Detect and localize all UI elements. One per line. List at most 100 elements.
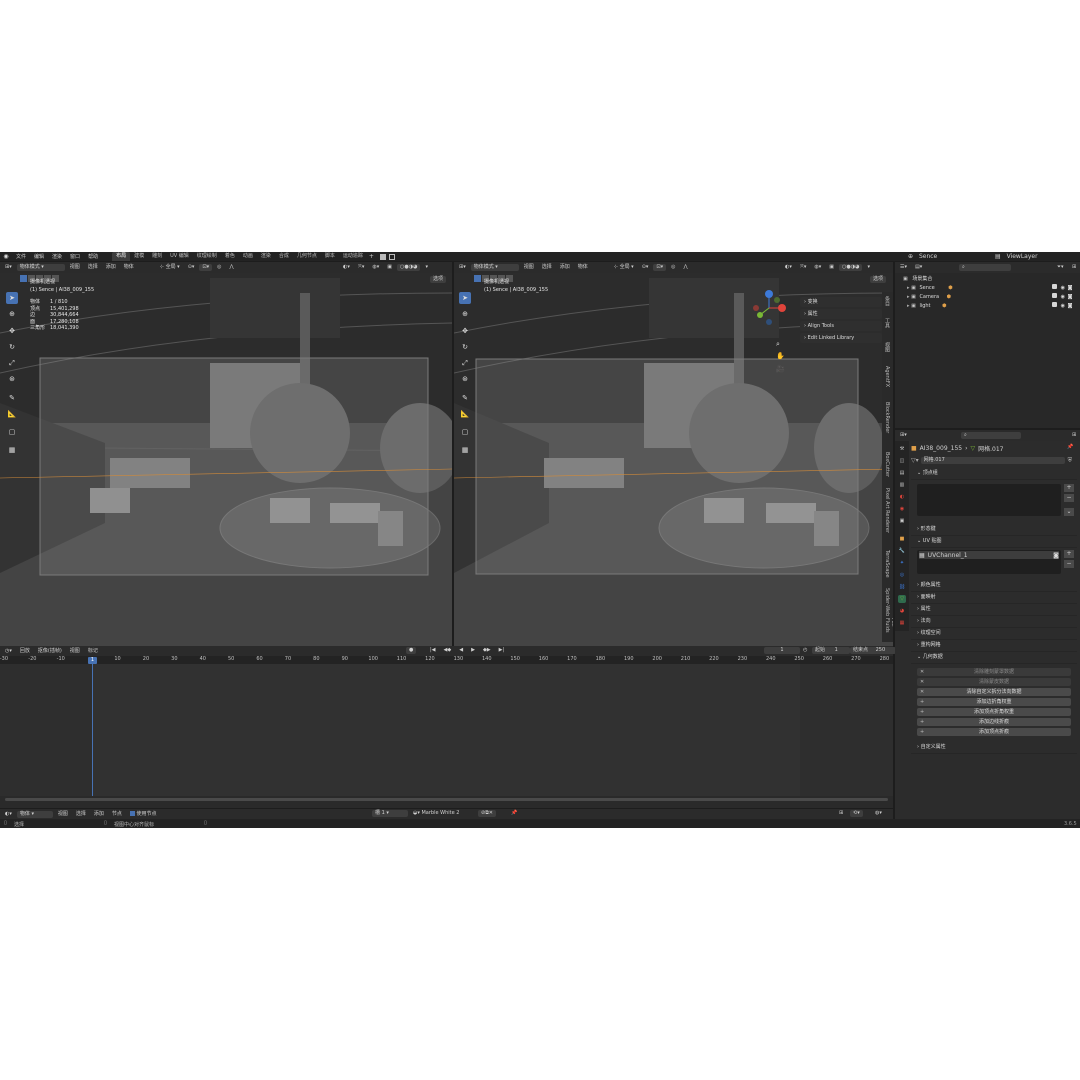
tab-modeling[interactable]: 建模 (130, 252, 148, 261)
xray-icon[interactable]: ▣ (384, 264, 395, 271)
menu-edit[interactable]: 编辑 (30, 253, 48, 260)
add-vertex-bevel-weight-button[interactable]: + 添加顶点折角权重 (917, 708, 1071, 716)
tab-geometry-nodes[interactable]: 几何节点 (293, 252, 321, 261)
jump-key-back-icon[interactable]: ◀◆ (441, 647, 455, 654)
section-shape-keys[interactable]: › 形态键 (911, 524, 1077, 536)
layout-toggle-icon-2[interactable] (388, 253, 395, 260)
add-edge-bevel-weight-button[interactable]: + 添加边折角权重 (917, 698, 1071, 706)
scene-collection-row[interactable]: ▣ 场景集合 (895, 275, 1080, 284)
menu-select[interactable]: 选择 (539, 264, 555, 271)
overlay-node-icon[interactable]: ⟲▾ (850, 810, 863, 817)
shading-dropdown-icon[interactable]: ▾ (864, 264, 873, 271)
shading-dropdown-icon[interactable]: ▾ (422, 264, 431, 271)
gizmo-z-axis[interactable] (765, 290, 773, 298)
rotate-tool-icon[interactable]: ↻ (459, 341, 471, 353)
visibility-icon[interactable]: ◐▾ (782, 264, 795, 271)
use-nodes-checkbox[interactable]: 使用节点 (127, 810, 160, 818)
snap-node-icon[interactable]: ⊞ (836, 810, 846, 817)
menu-view[interactable]: 视图 (67, 264, 83, 271)
node-view-icon[interactable]: ◍▾ (872, 810, 885, 817)
menu-keying[interactable]: 抠像(插帧) (35, 648, 65, 655)
section-attributes[interactable]: › 属性 (911, 604, 1077, 616)
gizmo-y-axis[interactable] (757, 312, 763, 318)
falloff-icon[interactable]: ⋀ (680, 264, 690, 271)
side-tab-terrascape[interactable]: TerraScape (884, 550, 890, 578)
options-button[interactable]: 选项 (870, 276, 887, 283)
overlay-icon[interactable]: ◍▾ (811, 264, 824, 271)
end-frame-field[interactable]: 结束点 250 (850, 647, 896, 654)
snap-icon[interactable]: ⊡▾ (653, 264, 667, 271)
tab-animation[interactable]: 动画 (239, 252, 257, 261)
section-face-maps[interactable]: › 面映射 (911, 592, 1077, 604)
menu-node[interactable]: 节点 (109, 811, 125, 818)
eye-icon[interactable]: ◉ (1061, 294, 1065, 300)
list-add-icon[interactable]: + (1064, 484, 1074, 492)
vertex-groups-list[interactable]: + − ⌄ (911, 480, 1077, 518)
timeline-ruler[interactable] (0, 656, 893, 664)
render-uv-icon[interactable]: ◙ (1053, 552, 1059, 559)
menu-add[interactable]: 添加 (91, 811, 107, 818)
annotate-tool-icon[interactable]: ✎ (6, 392, 18, 404)
menu-select[interactable]: 选择 (73, 811, 89, 818)
timeline-editor[interactable]: ◷▾ 回放 抠像(插帧) 视图 标记 ● |◀ ◀◆ ◀ ▶ ◆▶ ▶| 1 ◴… (0, 646, 896, 808)
overlay-icon[interactable]: ◍▾ (369, 264, 382, 271)
editor-type-icon[interactable]: ⊞▾ (2, 264, 15, 271)
display-mode-icon[interactable]: ▤▾ (912, 264, 925, 271)
camera-view-icon[interactable]: 🎥 (776, 365, 785, 373)
clear-custom-normals-button[interactable]: ✕ 清除自定义拆分法向数据 (917, 688, 1071, 696)
clear-skin-data-button[interactable]: ✕ 清除蒙皮数据 (917, 678, 1071, 686)
transform-tool-icon[interactable]: ⊛ (459, 373, 471, 385)
expand-arrow-icon[interactable]: ▸ (907, 303, 910, 309)
section-uv-maps[interactable]: ⌄ UV 贴图 (911, 536, 1077, 548)
outliner-editor-icon[interactable]: ☰▾ (897, 264, 910, 271)
scene-tab-icon[interactable]: ◐ (898, 493, 906, 501)
exclude-checkbox[interactable] (1052, 284, 1057, 289)
pivot-icon[interactable]: ⊙▾ (639, 264, 652, 271)
gizmo-icon[interactable]: ⤧▾ (797, 264, 810, 271)
fake-user-icon[interactable]: ⛨ (1068, 457, 1073, 465)
tab-compositing[interactable]: 合成 (275, 252, 293, 261)
menu-view[interactable]: 视图 (55, 811, 71, 818)
section-normals[interactable]: › 法向 (911, 616, 1077, 628)
tab-texture-paint[interactable]: 纹理绘制 (193, 252, 221, 261)
select-new-icon[interactable] (474, 275, 481, 282)
list-add-icon[interactable]: + (1064, 550, 1074, 558)
select-tool-icon[interactable]: ➤ (459, 292, 471, 304)
play-reverse-icon[interactable]: ◀ (456, 647, 466, 654)
move-tool-icon[interactable]: ✥ (6, 325, 18, 337)
jump-end-icon[interactable]: ▶| (496, 647, 508, 654)
playhead-marker[interactable]: 1 (88, 657, 97, 664)
shader-type-selector[interactable]: 物体 ▾ (16, 810, 53, 818)
side-tab-pixel-art-renderer[interactable]: Pixel Art Renderer (884, 488, 890, 533)
add-cube-tool-icon[interactable]: ▢ (459, 426, 471, 438)
section-custom-properties[interactable]: › 自定义属性 (911, 742, 1077, 754)
menu-object[interactable]: 物体 (575, 264, 591, 271)
outliner-item-camera[interactable]: ▸ ▣ Camera ⬢ ◉ ◙ (895, 293, 1080, 302)
select-tool-icon[interactable]: ➤ (6, 292, 18, 304)
render-tab-icon[interactable]: ◫ (898, 457, 906, 465)
add-vertex-crease-button[interactable]: + 添加顶点折痕 (917, 728, 1071, 736)
data-tab-icon[interactable]: ▽ (898, 595, 906, 603)
layout-toggle-icon[interactable] (379, 253, 386, 260)
shader-editor-icon[interactable]: ◐▾ (2, 811, 15, 818)
add-edge-crease-button[interactable]: + 添加边线折痕 (917, 718, 1071, 726)
view-layer-selector[interactable]: ▤ ViewLayer (995, 252, 1038, 261)
uv-channel-row[interactable]: ▦ UVChannel_1 ◙ (919, 551, 1059, 559)
pivot-icon[interactable]: ⊙▾ (185, 264, 198, 271)
outliner-item-light[interactable]: ▸ ▣ light ⬢ ◉ ◙ (895, 302, 1080, 311)
texture-tab-icon[interactable]: ▦ (898, 619, 906, 627)
scene-selector[interactable]: ⊕ Sence (908, 252, 937, 261)
mesh-datablock[interactable]: ▽▾ 网格.017 ⛨ (911, 456, 1075, 465)
menu-playback[interactable]: 回放 (17, 648, 33, 655)
image-tool-icon[interactable]: ▦ (6, 444, 18, 456)
viewport-right[interactable]: ⊞▾ 物体模式 ▾ 视图 选择 添加 物体 ⊹ 全局 ▾ ⊙▾ ⊡▾ ◎ ⋀ ◐… (454, 262, 893, 646)
preview-range-icon[interactable]: ◴ (800, 647, 810, 654)
material-tab-icon[interactable]: ◕ (898, 607, 906, 615)
menu-add[interactable]: 添加 (557, 264, 573, 271)
section-texture-space[interactable]: › 纹理空间 (911, 628, 1077, 640)
properties-options-icon[interactable]: ⊞ (1069, 432, 1079, 439)
viewport-left[interactable]: ⊞▾ 物体模式 ▾ 视图 选择 添加 物体 ⊹ 全局 ▾ ⊙▾ ⊡▾ ◎ ⋀ ◐… (0, 262, 452, 646)
properties-search[interactable]: ⌕ (961, 432, 1021, 439)
menu-file[interactable]: 文件 (12, 253, 30, 260)
transform-orientation[interactable]: ⊹ 全局 ▾ (157, 264, 183, 271)
